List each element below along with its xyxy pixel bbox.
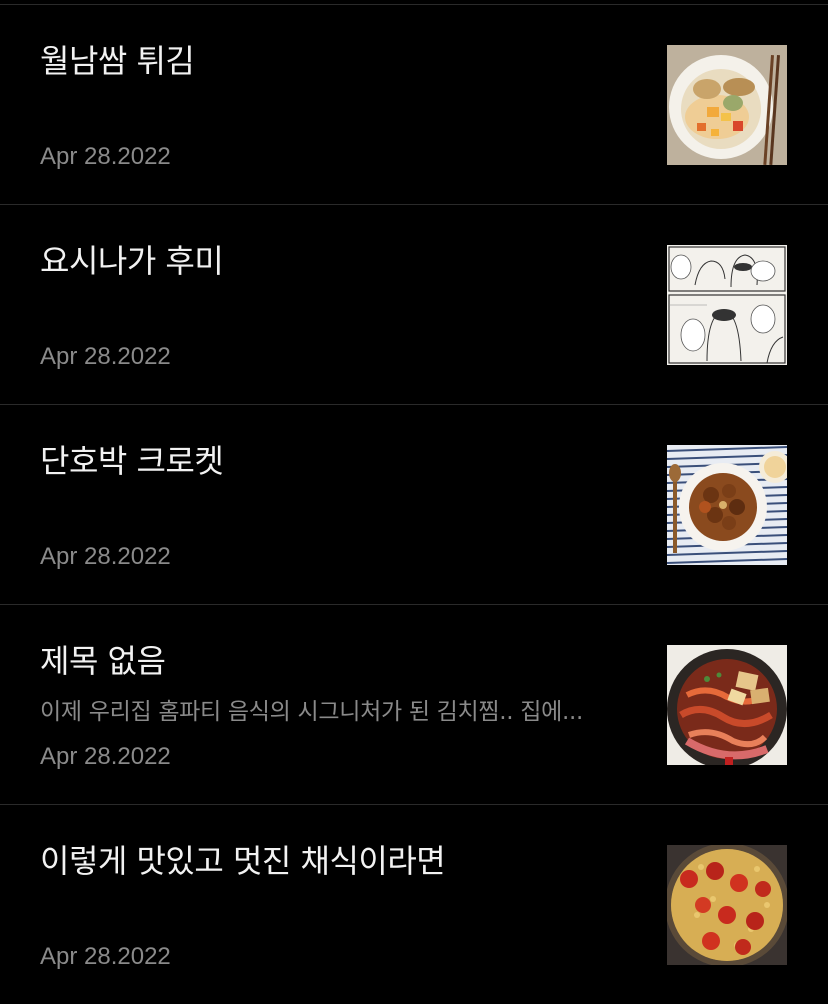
manga-page-image <box>667 245 787 365</box>
post-date: Apr 28.2022 <box>40 743 171 770</box>
post-title: 단호박 크로켓 <box>40 442 224 480</box>
post-title: 제목 없음 <box>40 642 166 680</box>
post-thumbnail[interactable] <box>667 645 787 765</box>
post-title: 이렇게 맛있고 멋진 채식이라면 <box>40 842 446 880</box>
pumpkin-croquette-image <box>667 445 787 565</box>
post-title: 월남쌈 튀김 <box>40 42 195 80</box>
post-thumbnail[interactable] <box>667 845 787 965</box>
fried-spring-rolls-image <box>667 45 787 165</box>
post-list-item[interactable]: 단호박 크로켓 Apr 28.2022 <box>0 405 828 605</box>
post-date: Apr 28.2022 <box>40 343 171 370</box>
post-title: 요시나가 후미 <box>40 242 224 280</box>
post-date: Apr 28.2022 <box>40 943 171 970</box>
post-date: Apr 28.2022 <box>40 143 171 170</box>
kimchi-stew-image <box>667 645 787 765</box>
post-date: Apr 28.2022 <box>40 543 171 570</box>
post-excerpt: 이제 우리집 홈파티 음식의 시그니처가 된 김치찜.. 집에... <box>40 699 584 725</box>
post-list-item[interactable]: 요시나가 후미 Apr 28.2022 <box>0 205 828 405</box>
post-thumbnail[interactable] <box>667 445 787 565</box>
post-list-item[interactable]: 이렇게 맛있고 멋진 채식이라면 Apr 28.2022 <box>0 805 828 1004</box>
post-list-item[interactable]: 월남쌈 튀김 Apr 28.2022 <box>0 5 828 205</box>
post-list-item[interactable]: 제목 없음 이제 우리집 홈파티 음식의 시그니처가 된 김치찜.. 집에...… <box>0 605 828 805</box>
post-thumbnail[interactable] <box>667 245 787 365</box>
post-list: 월남쌈 튀김 Apr 28.2022 요시나가 후미 Apr 28.2022 단… <box>0 5 828 1004</box>
post-thumbnail[interactable] <box>667 45 787 165</box>
paella-image <box>667 845 787 965</box>
